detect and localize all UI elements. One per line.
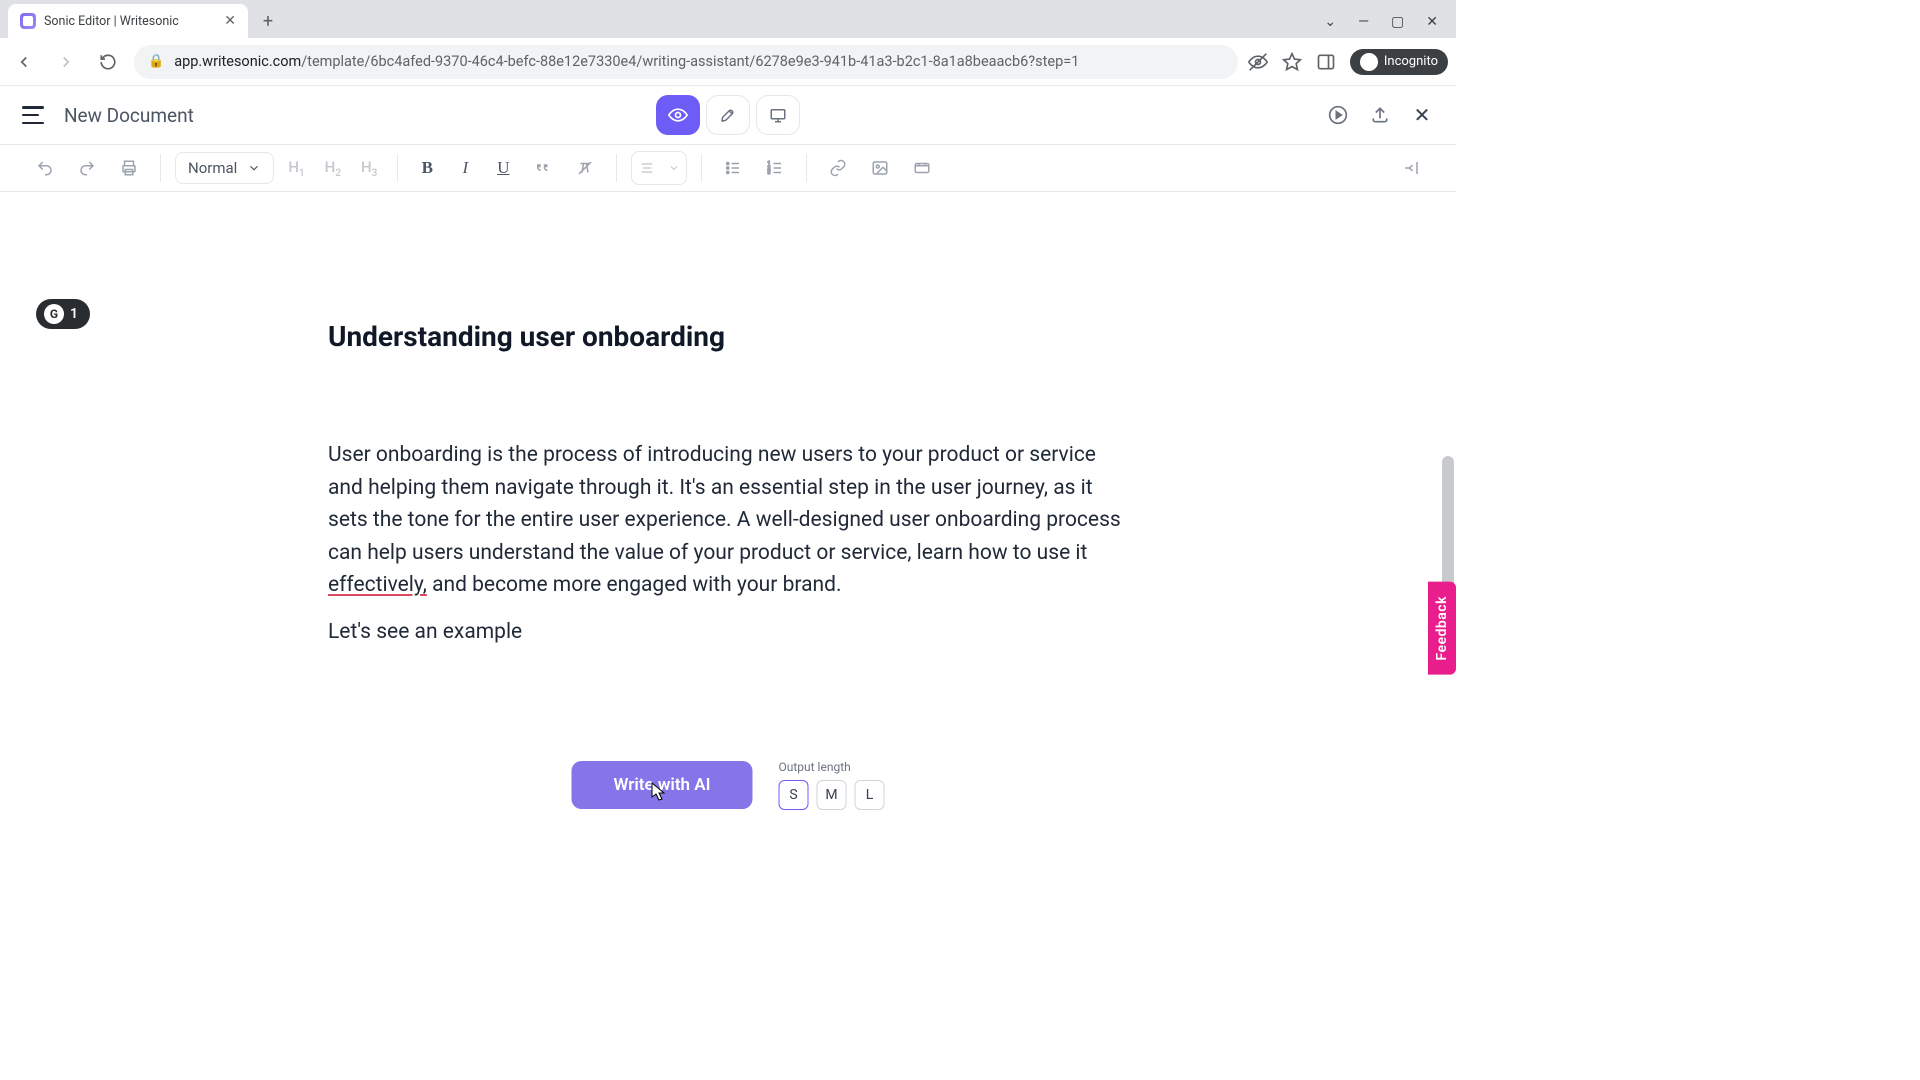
image-button[interactable] <box>863 151 897 185</box>
forward-button[interactable] <box>50 46 82 78</box>
incognito-icon <box>1360 53 1378 71</box>
incognito-badge[interactable]: Incognito <box>1350 49 1448 75</box>
document-title[interactable]: New Document <box>64 104 194 127</box>
lock-icon: 🔒 <box>148 54 164 69</box>
section-heading[interactable]: Understanding user onboarding <box>328 320 1128 353</box>
paragraph-style-dropdown[interactable]: Normal <box>175 152 274 184</box>
print-button[interactable] <box>112 151 146 185</box>
chevron-down-icon <box>247 161 261 175</box>
back-button[interactable] <box>8 46 40 78</box>
paragraph-2[interactable]: Let's see an example <box>328 620 1128 644</box>
new-tab-button[interactable]: + <box>254 7 282 35</box>
editor-area[interactable]: G 1 Understanding user onboarding User o… <box>0 192 1456 816</box>
tab-close-icon[interactable]: ✕ <box>224 13 236 29</box>
heading1-button[interactable]: H1 <box>282 158 310 179</box>
play-icon[interactable] <box>1326 103 1350 127</box>
panel-icon[interactable] <box>1316 52 1336 72</box>
rocket-tab[interactable] <box>706 95 750 135</box>
heading3-button[interactable]: H3 <box>355 158 383 179</box>
window-controls: ⌄ ― ▢ ✕ <box>1324 14 1456 38</box>
preview-tab[interactable] <box>656 95 700 135</box>
eye-off-icon[interactable] <box>1248 52 1268 72</box>
menu-icon[interactable] <box>22 106 44 124</box>
collapse-panel-icon[interactable] <box>1394 151 1428 185</box>
italic-button[interactable]: I <box>450 158 480 178</box>
ai-write-bar: Write with AI Output length S M L <box>554 750 903 816</box>
output-length-s[interactable]: S <box>779 780 809 810</box>
view-switcher <box>656 95 800 135</box>
bullet-list-button[interactable] <box>716 151 750 185</box>
align-dropdown[interactable] <box>631 151 687 185</box>
number-list-button[interactable]: 123 <box>758 151 792 185</box>
grammar-badge[interactable]: G 1 <box>36 299 90 329</box>
star-icon[interactable] <box>1282 52 1302 72</box>
browser-chrome: Sonic Editor | Writesonic ✕ + ⌄ ― ▢ ✕ 🔒 … <box>0 0 1456 86</box>
output-length-m[interactable]: M <box>817 780 847 810</box>
minimize-icon[interactable]: ― <box>1358 14 1369 30</box>
url-field[interactable]: 🔒 app.writesonic.com/template/6bc4afed-9… <box>134 45 1238 79</box>
url-path: /template/6bc4afed-9370-46c4-befc-88e12e… <box>301 53 1079 70</box>
paragraph-1[interactable]: User onboarding is the process of introd… <box>328 439 1128 602</box>
chevron-down-icon[interactable]: ⌄ <box>1324 14 1336 30</box>
document-body[interactable]: Understanding user onboarding User onboa… <box>318 320 1138 644</box>
quote-button[interactable] <box>526 151 560 185</box>
underline-button[interactable]: U <box>488 158 518 178</box>
favicon-icon <box>20 13 36 29</box>
heading2-button[interactable]: H2 <box>319 158 347 179</box>
bold-button[interactable]: B <box>412 158 442 178</box>
share-icon[interactable] <box>1368 103 1392 127</box>
address-bar: 🔒 app.writesonic.com/template/6bc4afed-9… <box>0 38 1456 86</box>
video-button[interactable] <box>905 151 939 185</box>
svg-text:3: 3 <box>768 170 771 176</box>
tab-bar: Sonic Editor | Writesonic ✕ + ⌄ ― ▢ ✕ <box>0 0 1456 38</box>
close-window-icon[interactable]: ✕ <box>1426 14 1438 30</box>
scrollbar[interactable] <box>1442 196 1454 812</box>
app-header: New Document ✕ <box>0 86 1456 144</box>
browser-tab[interactable]: Sonic Editor | Writesonic ✕ <box>8 4 248 38</box>
grammar-count: 1 <box>70 306 78 322</box>
grammar-icon: G <box>44 304 64 324</box>
tab-title: Sonic Editor | Writesonic <box>44 14 179 29</box>
clear-format-button[interactable] <box>568 151 602 185</box>
feedback-tab[interactable]: Feedback <box>1428 582 1456 675</box>
write-with-ai-button[interactable]: Write with AI <box>572 761 753 809</box>
format-toolbar: Normal H1 H2 H3 B I U 123 <box>0 144 1456 192</box>
reload-button[interactable] <box>92 46 124 78</box>
output-length-label: Output length <box>779 760 885 774</box>
maximize-icon[interactable]: ▢ <box>1391 14 1404 30</box>
spell-suggestion[interactable]: effectively, <box>328 573 427 597</box>
output-length-group: Output length S M L <box>779 760 885 810</box>
output-length-l[interactable]: L <box>855 780 885 810</box>
present-tab[interactable] <box>756 95 800 135</box>
url-host: app.writesonic.com <box>174 53 301 70</box>
close-panel-icon[interactable]: ✕ <box>1410 103 1434 127</box>
link-button[interactable] <box>821 151 855 185</box>
redo-button[interactable] <box>70 151 104 185</box>
undo-button[interactable] <box>28 151 62 185</box>
